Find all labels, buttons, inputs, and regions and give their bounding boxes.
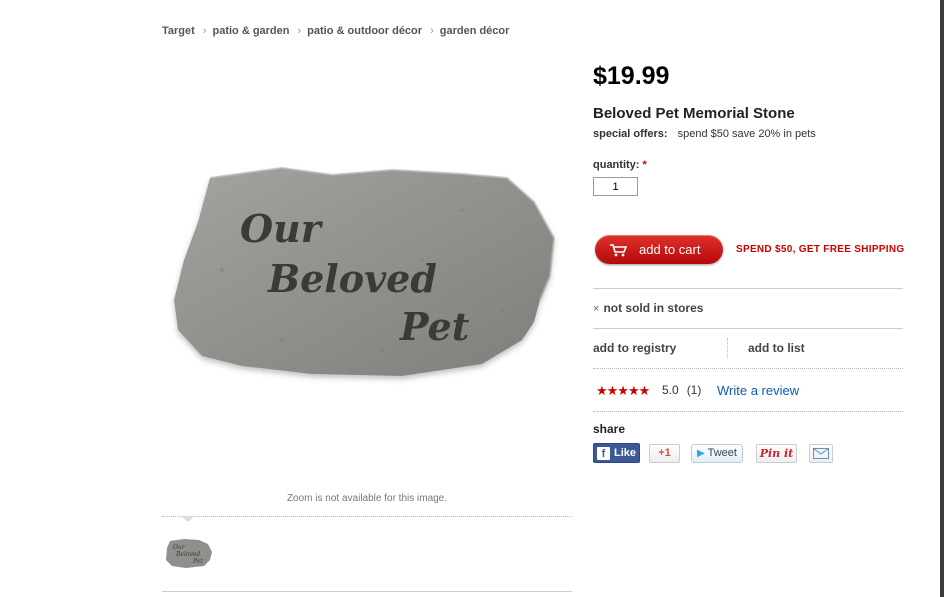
facebook-like-label: Like [614,447,637,459]
twitter-bird-icon: ▶ [697,448,705,459]
facebook-icon: f [597,446,610,460]
special-offers-label: special offers: [593,128,668,140]
product-image: Our Beloved Pet [174,166,556,376]
product-title: Beloved Pet Memorial Stone [593,105,795,122]
special-offers: special offers: spend $50 save 20% in pet… [593,128,816,140]
breadcrumb: Target › patio & garden › patio & outdoor dé… [162,25,509,37]
actions-divider [727,338,728,358]
facebook-like-button[interactable]: f Like [593,443,640,463]
breadcrumb-item-patio-garden[interactable]: patio & garden [212,25,289,37]
email-share-button[interactable] [809,444,833,463]
breadcrumb-separator: › [430,25,434,37]
breadcrumb-separator: › [297,25,302,37]
availability-status: × not sold in stores [593,301,703,315]
breadcrumb-item-target[interactable]: Target [162,25,195,37]
review-count[interactable]: (1) [687,383,702,397]
divider [593,411,903,412]
free-shipping-promo[interactable]: SPEND $50, GET FREE SHIPPING [736,244,904,255]
zoom-note: Zoom is not available for this image. [286,493,448,504]
share-label: share [593,422,626,436]
gallery-bottom-divider [162,591,572,592]
rating-value: 5.0 [662,383,679,397]
add-to-cart-button[interactable]: add to cart [595,235,723,264]
svg-text:Our: Our [173,544,186,551]
thumbnail-indicator-icon [181,516,195,522]
envelope-icon [813,448,829,459]
rating-summary: 5.0 (1) [662,383,701,397]
svg-text:Beloved: Beloved [175,551,200,558]
engraving-line-2: Beloved [267,256,437,301]
add-to-registry-button[interactable]: add to registry [593,341,676,355]
google-plus-label: +1 [658,447,671,459]
quantity-label-text: quantity: [593,159,640,171]
divider [593,288,903,289]
breadcrumb-item-patio-outdoor-decor[interactable]: patio & outdoor décor [307,25,422,37]
product-thumbnail[interactable]: OurBelovedPet [164,536,214,570]
quantity-input[interactable] [593,177,638,196]
cart-icon [610,243,627,256]
add-to-cart-label: add to cart [639,242,701,257]
google-plus-button[interactable]: +1 [649,444,680,463]
close-icon: × [593,303,600,315]
rating-stars-icon[interactable]: ★★★★★ [596,383,650,399]
special-offers-link[interactable]: spend $50 save 20% in pets [678,128,816,140]
required-mark: * [642,159,647,171]
add-to-list-button[interactable]: add to list [748,341,805,355]
thumbnail-divider [162,516,572,517]
availability-text: not sold in stores [603,301,704,315]
divider [593,328,903,329]
window-edge [940,0,944,597]
quantity-label: quantity: * [593,159,647,171]
write-review-link[interactable]: Write a review [717,383,799,398]
engraving-line-3: Pet [399,304,470,349]
divider [593,368,903,369]
pinterest-label: Pin it [759,447,794,460]
pinterest-button[interactable]: Pin it [756,444,797,463]
tweet-label: Tweet [707,447,737,459]
engraving-line-1: Our [240,206,324,251]
product-price: $19.99 [593,62,670,90]
breadcrumb-separator: › [202,25,207,37]
breadcrumb-item-garden-decor[interactable]: garden décor [440,25,510,37]
tweet-button[interactable]: ▶ Tweet [691,444,743,463]
svg-text:Pet: Pet [192,558,203,565]
